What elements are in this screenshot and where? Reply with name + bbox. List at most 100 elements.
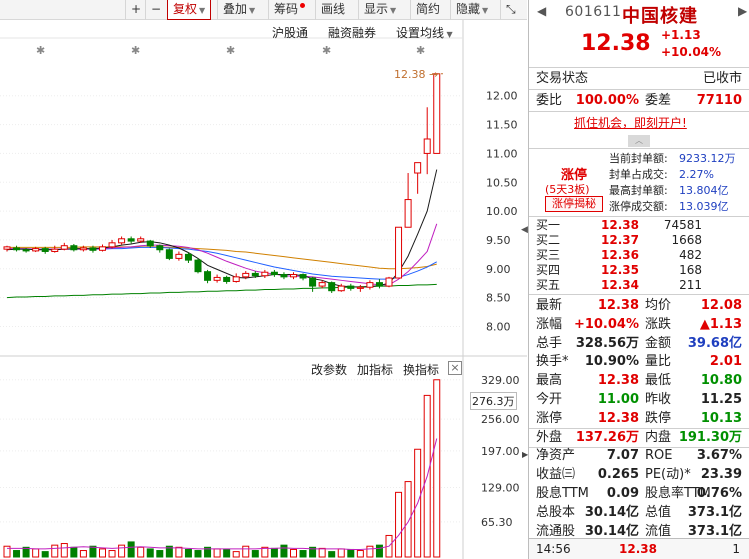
ma5-line bbox=[6, 169, 438, 288]
candle-body bbox=[175, 253, 183, 259]
candle-body bbox=[184, 253, 192, 261]
candle-body bbox=[261, 271, 269, 277]
volume-bar bbox=[194, 550, 202, 558]
candle-body bbox=[70, 245, 78, 251]
candle-body bbox=[32, 248, 40, 252]
collapse-icon: ⤡ bbox=[506, 2, 516, 16]
stat-value: ▲1.13 bbox=[699, 316, 742, 332]
stat-value: 12.08 bbox=[700, 298, 742, 313]
zoom-in-button[interactable]: + bbox=[125, 0, 146, 20]
order-qty: 1668 bbox=[671, 233, 702, 247]
stat-value: 3.67% bbox=[696, 448, 742, 464]
collapse-arrow-icon[interactable]: ︿ bbox=[628, 135, 650, 147]
stat-row: 股息TTM 0.09 股息率TTM 0.76% bbox=[529, 485, 749, 503]
ma-settings-dropdown[interactable]: 设置均线 ▼ bbox=[396, 24, 453, 41]
adjust-dropdown[interactable]: 复权 ▼ bbox=[167, 0, 212, 20]
stat-value: +10.04% bbox=[573, 316, 639, 332]
stat-value: 373.1亿 bbox=[687, 504, 742, 520]
candle-body bbox=[414, 162, 422, 174]
open-account-link[interactable]: 抓住机会，即刻开户! bbox=[574, 114, 687, 131]
simple-mode-button[interactable]: 简约 bbox=[410, 0, 445, 20]
prev-stock-icon[interactable]: ◀ bbox=[537, 4, 546, 18]
tick-time: 14:56 bbox=[536, 542, 571, 556]
volume-bar bbox=[60, 543, 68, 558]
display-label: 显示 bbox=[364, 2, 389, 16]
overlay-dropdown[interactable]: 叠加 ▼ bbox=[217, 0, 260, 20]
stat-value: 11.00 bbox=[597, 392, 639, 407]
stat-label: 总股本 bbox=[536, 504, 576, 520]
volume-tick-label: 129.00 bbox=[481, 482, 520, 495]
volume-bar bbox=[366, 545, 374, 558]
candle-body bbox=[204, 271, 212, 281]
stat-label: 金额 bbox=[645, 335, 672, 351]
hgt-link[interactable]: 沪股通 bbox=[272, 24, 308, 41]
candle-body bbox=[79, 247, 87, 251]
volume-tick-label: 65.30 bbox=[481, 516, 513, 529]
candle-body bbox=[213, 276, 221, 281]
candle-body bbox=[194, 259, 202, 273]
stat-label: 今开 bbox=[536, 392, 563, 407]
stat-row: 收益㈢ 0.265 PE(动)* 23.39 bbox=[529, 466, 749, 484]
collapse-toolbar-button[interactable]: ⤡ bbox=[500, 0, 527, 20]
stat-row: 今开 11.00 昨收 11.25 bbox=[529, 391, 749, 409]
left-arrow-icon[interactable]: ◀ bbox=[521, 225, 528, 235]
stat-value: 191.30万 bbox=[678, 429, 742, 445]
ma-settings-label: 设置均线 bbox=[396, 26, 445, 40]
candle-body bbox=[299, 274, 307, 279]
limit-up-value: 13.039亿 bbox=[679, 200, 729, 213]
switch-indicator-button[interactable]: 换指标 bbox=[403, 361, 439, 378]
order-book-row: 买四 12.35 168 bbox=[529, 263, 749, 278]
margin-link[interactable]: 融资融券 bbox=[328, 24, 376, 41]
draw-line-button[interactable]: 画线 bbox=[315, 0, 350, 20]
candle-body bbox=[280, 274, 288, 278]
zoom-out-button[interactable]: − bbox=[145, 0, 166, 20]
stock-name: 中国核建 bbox=[622, 6, 698, 27]
hide-dropdown[interactable]: 隐藏 ▼ bbox=[450, 0, 493, 20]
divider bbox=[529, 148, 749, 149]
candle-body bbox=[165, 249, 173, 259]
volume-bar bbox=[318, 547, 326, 558]
stat-value: 137.26万 bbox=[575, 429, 639, 445]
chevron-down-icon: ▼ bbox=[199, 6, 206, 15]
divider bbox=[529, 294, 749, 295]
add-indicator-button[interactable]: 加指标 bbox=[357, 361, 393, 378]
candle-body bbox=[328, 282, 336, 292]
kline-svg[interactable]: ✱ ✱ ✱ ✱ ✱ 12.00 11.50 11.00 10.50 10.00 9.50 9.00 8… bbox=[0, 20, 527, 559]
stat-value: 7.07 bbox=[606, 448, 639, 464]
candle-body bbox=[22, 249, 30, 252]
candle-body bbox=[423, 138, 431, 154]
volume-bar bbox=[404, 481, 412, 558]
limit-up-reveal-button[interactable]: 涨停揭秘 bbox=[545, 196, 603, 212]
overlay-label: 叠加 bbox=[223, 2, 248, 16]
stat-label: ROE bbox=[645, 448, 673, 464]
volume-bar bbox=[242, 545, 250, 558]
price-tick-label: 11.00 bbox=[486, 147, 518, 160]
price-change-pct: +10.04% bbox=[661, 45, 722, 59]
candle-body bbox=[51, 248, 59, 252]
candle-body bbox=[108, 242, 116, 248]
price-tick-label: 10.50 bbox=[486, 176, 518, 189]
candle-body bbox=[309, 277, 317, 287]
stat-value: 0.09 bbox=[606, 486, 639, 501]
limit-up-board-count: (5天3板) bbox=[545, 183, 590, 196]
change-params-button[interactable]: 改参数 bbox=[311, 361, 347, 378]
candle-body bbox=[232, 276, 240, 282]
volume-bar bbox=[70, 546, 78, 558]
divider bbox=[529, 67, 749, 68]
chips-button[interactable]: 筹码 bbox=[268, 0, 310, 20]
close-indicator-button[interactable]: × bbox=[448, 361, 462, 375]
candle-body bbox=[127, 238, 135, 242]
order-book-row: 买五 12.34 211 bbox=[529, 278, 749, 293]
order-qty: 74581 bbox=[663, 218, 702, 232]
kline-chart[interactable]: ✱ ✱ ✱ ✱ ✱ 12.00 11.50 11.00 10.50 10.00 9.50 9.00 8… bbox=[0, 20, 527, 559]
display-dropdown[interactable]: 显示 ▼ bbox=[358, 0, 401, 20]
next-stock-icon[interactable]: ▶ bbox=[738, 4, 747, 18]
stat-label: 最低 bbox=[645, 373, 672, 389]
stat-value: 12.38 bbox=[597, 410, 639, 426]
divider bbox=[529, 111, 749, 112]
stat-label: 换手* bbox=[536, 354, 569, 370]
last-price: 12.38 bbox=[581, 31, 651, 56]
stat-label: 涨幅 bbox=[536, 316, 563, 332]
order-price: 12.37 bbox=[601, 233, 639, 247]
stat-label: 量比 bbox=[645, 354, 672, 370]
